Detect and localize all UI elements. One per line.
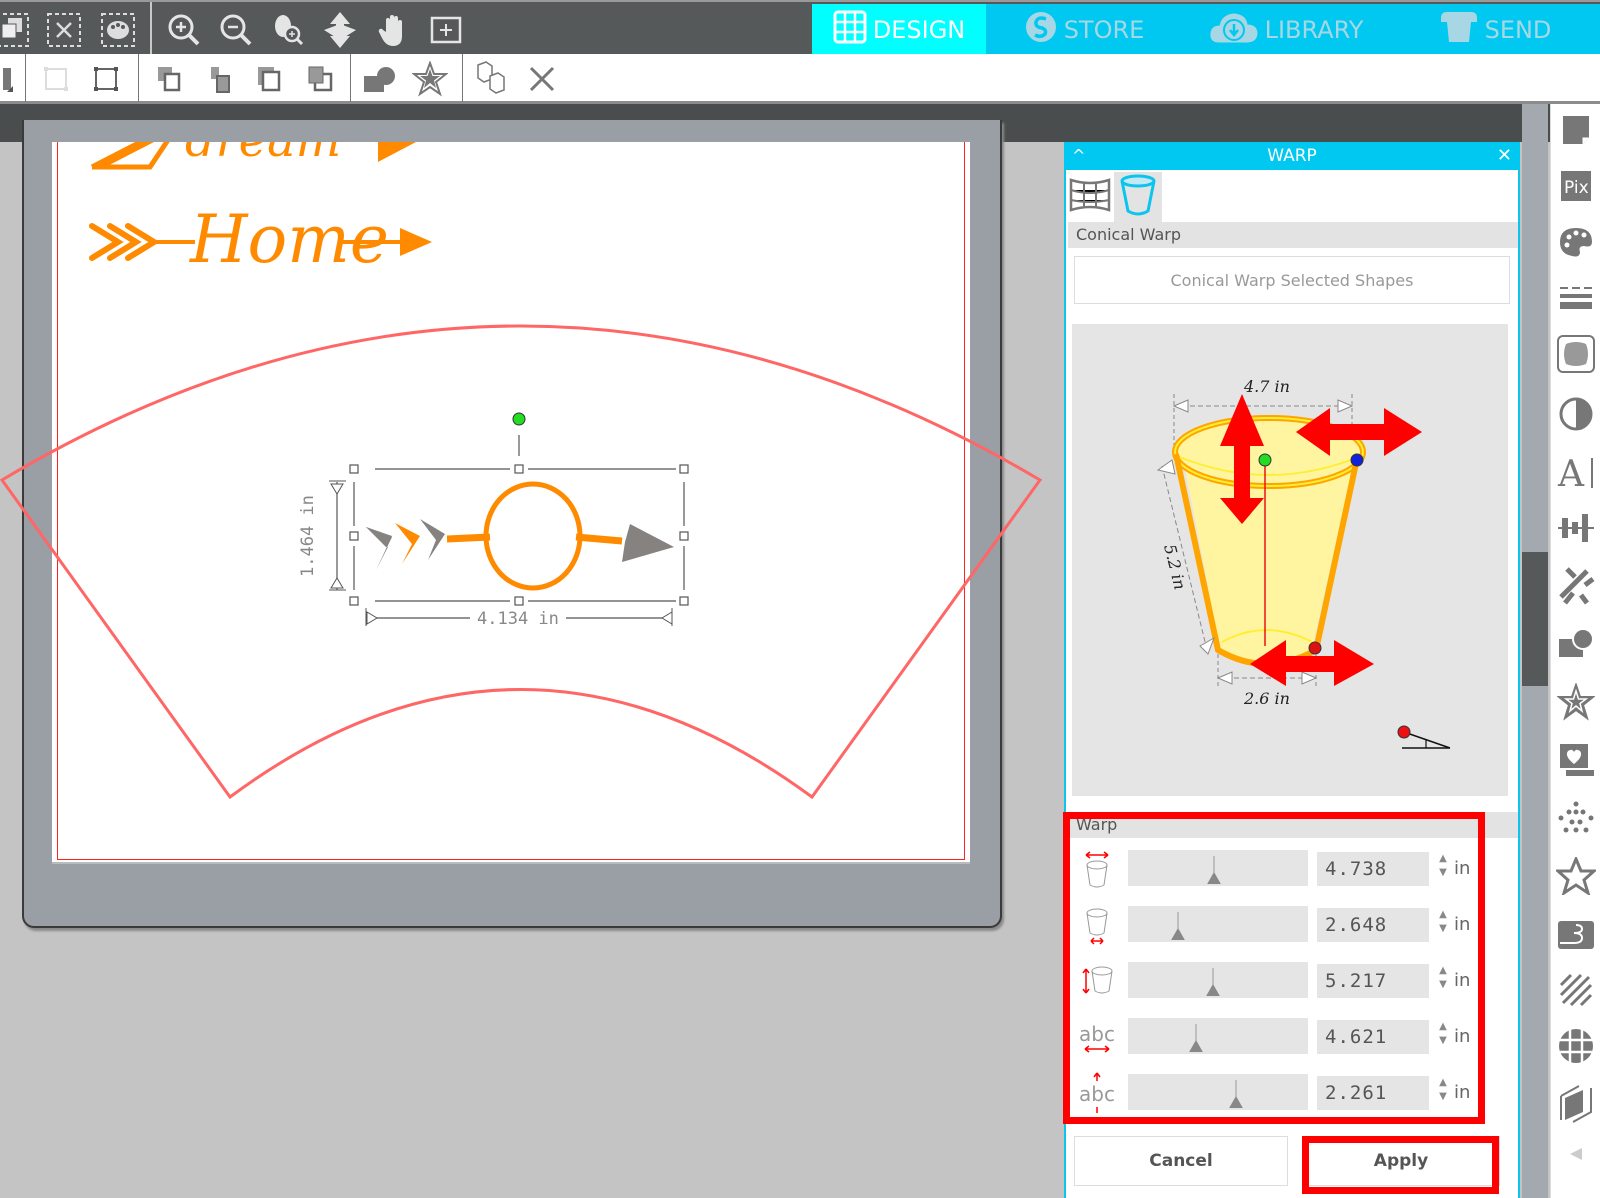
grid-icon [833, 10, 867, 50]
apply-button[interactable]: Apply [1302, 1136, 1500, 1186]
top-width-handle[interactable] [1350, 453, 1364, 467]
resize-handle[interactable] [514, 596, 524, 606]
warp-panel-title: WARP [1267, 146, 1317, 166]
conical-warp-mode-button[interactable] [1114, 172, 1162, 222]
home-arrow-artwork[interactable]: Home [89, 201, 432, 278]
selection-box[interactable]: 1.464 in 4.134 in [298, 412, 689, 629]
move-drag-icon[interactable] [320, 10, 360, 50]
cutter-icon [1439, 10, 1479, 50]
send-backward-icon[interactable] [250, 60, 290, 98]
nesting-icon[interactable] [1556, 1026, 1596, 1066]
resize-handle[interactable] [349, 531, 359, 541]
fill-palette-icon[interactable] [98, 10, 138, 50]
warp-panel-header[interactable]: ^ WARP ✕ [1064, 142, 1520, 170]
duplicate-icon[interactable] [0, 10, 32, 50]
collapse-arrow-icon[interactable] [1556, 1134, 1596, 1174]
delete-selection-icon[interactable] [44, 10, 84, 50]
tab-design[interactable]: DESIGN [812, 4, 986, 56]
resize-handle[interactable] [679, 464, 689, 474]
width-dimension-label: 4.134 in [477, 609, 559, 629]
resize-handle[interactable] [679, 596, 689, 606]
cloud-download-icon [1209, 10, 1259, 50]
grid-warp-mode-button[interactable] [1066, 172, 1114, 222]
conical-warp-diagram[interactable]: 4.7 in 5.2 in 2.6 in [1072, 324, 1508, 796]
canvas-artwork: dream Home [0, 142, 1043, 800]
star-icon[interactable] [1556, 856, 1596, 896]
edit-toolbar [0, 54, 1600, 104]
silhouette-s-icon [1024, 10, 1058, 50]
page-setup-icon[interactable] [1556, 110, 1596, 150]
cancel-button[interactable]: Cancel [1074, 1136, 1288, 1186]
zoom-out-icon[interactable] [216, 10, 256, 50]
height-dimension-label: 1.464 in [298, 495, 318, 577]
pan-hand-icon[interactable] [374, 10, 414, 50]
tab-send[interactable]: SEND [1390, 4, 1600, 56]
resize-handle[interactable] [679, 531, 689, 541]
replicate-icon[interactable] [472, 60, 512, 98]
library-heart-icon[interactable] [1556, 740, 1596, 780]
dream-text: dream [185, 142, 341, 168]
zoom-select-icon[interactable] [268, 10, 308, 50]
scrollbar-thumb[interactable] [1522, 552, 1548, 686]
bring-forward-icon[interactable] [200, 60, 240, 98]
transform-icon[interactable] [1556, 1084, 1596, 1124]
perspective-tilt-handle[interactable] [1397, 725, 1451, 749]
close-icon[interactable]: ✕ [1497, 142, 1512, 170]
line-style-icon[interactable] [1556, 278, 1596, 318]
conical-warp-selected-shapes-button[interactable]: Conical Warp Selected Shapes [1074, 256, 1510, 304]
close-x-icon[interactable] [522, 60, 562, 98]
fill-color-icon[interactable] [1556, 222, 1596, 262]
tab-store[interactable]: STORE [986, 4, 1182, 56]
resize-handle[interactable] [514, 464, 524, 474]
right-panel-rail: Pix A [1550, 104, 1600, 1198]
ungroup-icon[interactable] [86, 60, 126, 98]
text-style-icon[interactable]: A [1556, 452, 1596, 492]
weld-icon[interactable] [360, 60, 400, 98]
sketch-icon[interactable] [1556, 914, 1596, 954]
trace-dots-icon[interactable] [1556, 798, 1596, 838]
tab-library[interactable]: LIBRARY [1182, 4, 1390, 56]
align-icon[interactable] [0, 60, 20, 98]
offset-star-icon[interactable] [410, 60, 450, 98]
resize-handle[interactable] [349, 464, 359, 474]
align-panel-icon[interactable] [1556, 508, 1596, 548]
svg-text:A: A [1557, 454, 1585, 490]
group-icon[interactable] [36, 60, 76, 98]
nav-tabs: DESIGN STORE LIBRARY SEND [812, 4, 1600, 56]
height-label: 5.2 in [1160, 542, 1190, 591]
bring-front-icon[interactable] [150, 60, 190, 98]
top-toolbar: DESIGN STORE LIBRARY SEND [0, 0, 1600, 56]
image-trace-icon[interactable] [1556, 334, 1596, 374]
pixscan-icon[interactable]: Pix [1556, 166, 1596, 206]
conical-cut-outline[interactable] [0, 324, 1043, 800]
rotate-handle[interactable] [512, 412, 526, 426]
svg-text:Pix: Pix [1564, 178, 1589, 198]
zoom-in-icon[interactable] [164, 10, 204, 50]
bottom-width-label: 2.6 in [1243, 689, 1290, 708]
home-text: Home [189, 201, 389, 278]
conical-warp-section-title: Conical Warp [1068, 222, 1518, 248]
dream-artwork[interactable]: dream [90, 142, 435, 170]
resize-handle[interactable] [349, 596, 359, 606]
send-back-icon[interactable] [300, 60, 340, 98]
top-width-label: 4.7 in [1243, 377, 1290, 396]
fit-to-page-icon[interactable] [426, 10, 466, 50]
chevron-up-icon[interactable]: ^ [1072, 142, 1085, 170]
replicate-panel-icon[interactable] [1556, 566, 1596, 606]
offset-icon[interactable] [1556, 682, 1596, 722]
fill-pattern-icon[interactable] [1556, 970, 1596, 1010]
bottom-width-handle[interactable] [1308, 641, 1322, 655]
center-handle[interactable] [1258, 453, 1272, 467]
modify-icon[interactable] [1556, 624, 1596, 664]
contrast-icon[interactable] [1556, 394, 1596, 434]
cup-icon [1118, 173, 1158, 221]
grid-warp-icon [1069, 174, 1111, 220]
warp-controls-highlight [1063, 812, 1485, 1124]
